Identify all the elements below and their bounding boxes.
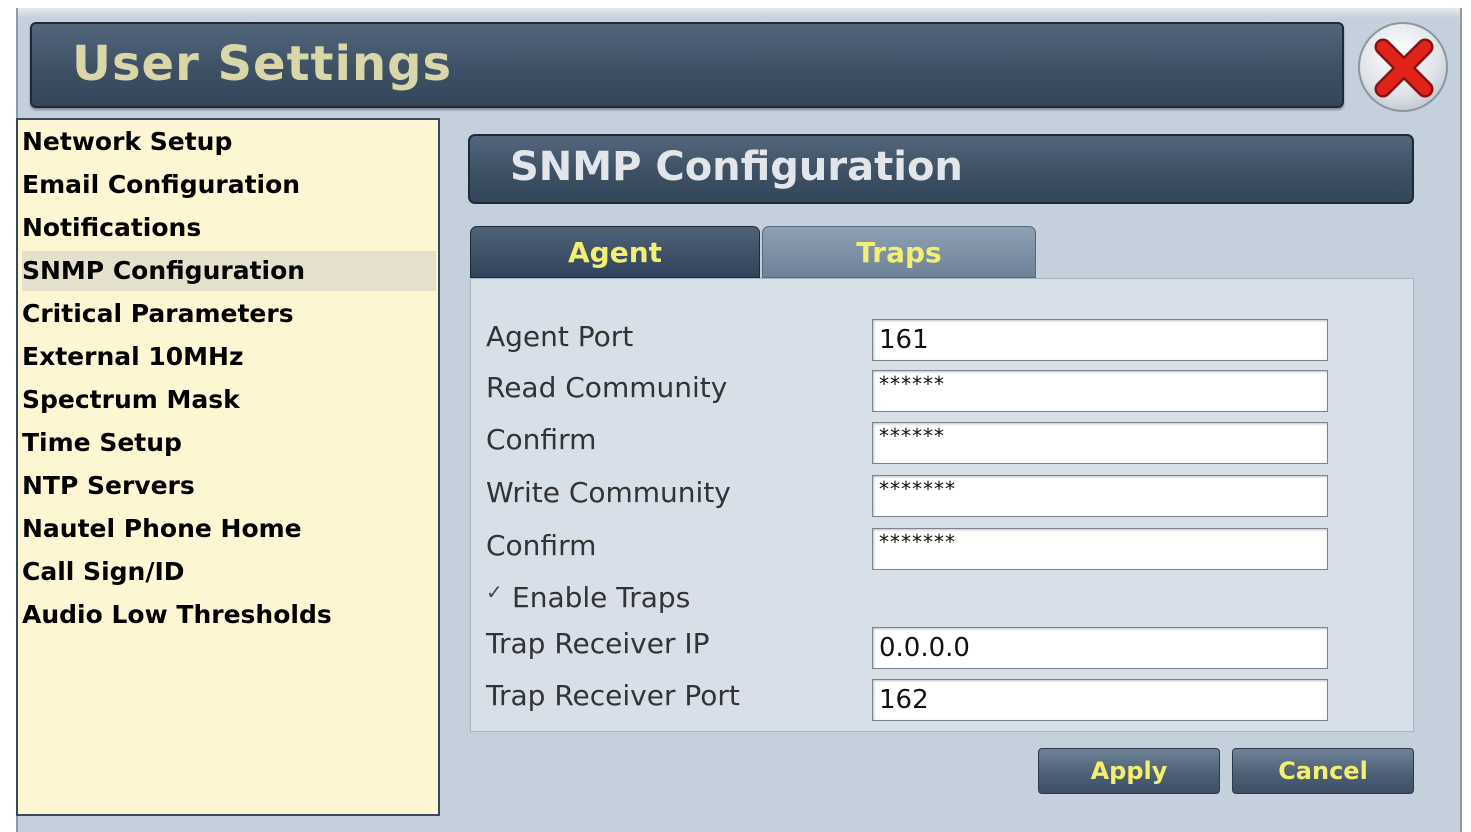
sidebar-item-spectrum-mask[interactable]: Spectrum Mask bbox=[22, 380, 436, 420]
trap-receiver-ip-input[interactable]: 0.0.0.0 bbox=[872, 627, 1328, 669]
write-community-label: Write Community bbox=[486, 476, 731, 509]
write-confirm-label: Confirm bbox=[486, 529, 597, 562]
tab-agent[interactable]: Agent bbox=[470, 226, 760, 278]
close-button[interactable] bbox=[1358, 22, 1448, 112]
enable-traps-label: Enable Traps bbox=[512, 581, 691, 614]
settings-sidebar: Network Setup Email Configuration Notifi… bbox=[16, 118, 440, 816]
sidebar-item-audio-low-thresholds[interactable]: Audio Low Thresholds bbox=[22, 595, 436, 635]
sidebar-item-ntp-servers[interactable]: NTP Servers bbox=[22, 466, 436, 506]
tab-traps[interactable]: Traps bbox=[762, 226, 1036, 278]
trap-receiver-port-label: Trap Receiver Port bbox=[486, 679, 740, 712]
read-confirm-input[interactable]: ****** bbox=[872, 422, 1328, 464]
title-bar: User Settings bbox=[30, 22, 1344, 108]
trap-receiver-port-input[interactable]: 162 bbox=[872, 679, 1328, 721]
sidebar-item-external-10mhz[interactable]: External 10MHz bbox=[22, 337, 436, 377]
agent-port-input[interactable]: 161 bbox=[872, 319, 1328, 361]
close-icon bbox=[1374, 38, 1434, 98]
trap-receiver-ip-label: Trap Receiver IP bbox=[486, 627, 710, 660]
panel-header: SNMP Configuration bbox=[468, 134, 1414, 204]
sidebar-item-nautel-phone-home[interactable]: Nautel Phone Home bbox=[22, 509, 436, 549]
write-confirm-input[interactable]: ******* bbox=[872, 528, 1328, 570]
sidebar-item-notifications[interactable]: Notifications bbox=[22, 208, 436, 248]
read-community-input[interactable]: ****** bbox=[872, 370, 1328, 412]
read-confirm-label: Confirm bbox=[486, 423, 597, 456]
window-title: User Settings bbox=[72, 36, 453, 92]
sidebar-item-network-setup[interactable]: Network Setup bbox=[22, 122, 436, 162]
write-community-input[interactable]: ******* bbox=[872, 475, 1328, 517]
apply-button[interactable]: Apply bbox=[1038, 748, 1220, 794]
agent-port-label: Agent Port bbox=[486, 320, 634, 353]
sidebar-item-snmp-configuration[interactable]: SNMP Configuration bbox=[22, 251, 436, 291]
sidebar-item-time-setup[interactable]: Time Setup bbox=[22, 423, 436, 463]
sidebar-item-email-configuration[interactable]: Email Configuration bbox=[22, 165, 436, 205]
sidebar-item-call-sign-id[interactable]: Call Sign/ID bbox=[22, 552, 436, 592]
panel-title: SNMP Configuration bbox=[510, 144, 963, 190]
cancel-button[interactable]: Cancel bbox=[1232, 748, 1414, 794]
sidebar-item-critical-parameters[interactable]: Critical Parameters bbox=[22, 294, 436, 334]
read-community-label: Read Community bbox=[486, 371, 728, 404]
enable-traps-checkbox[interactable]: ✓ bbox=[486, 582, 506, 602]
window-top-strip bbox=[18, 8, 1460, 18]
